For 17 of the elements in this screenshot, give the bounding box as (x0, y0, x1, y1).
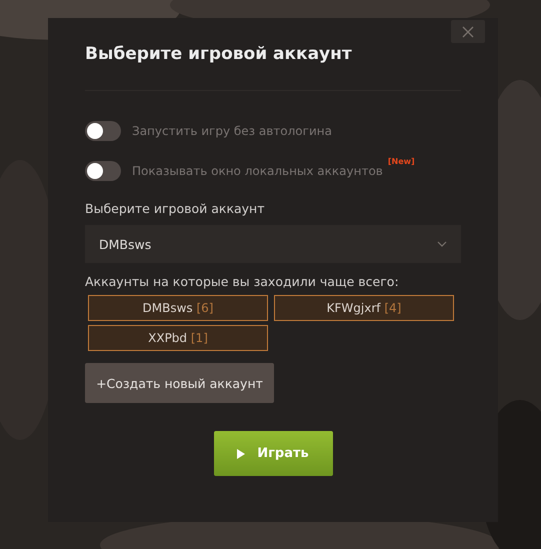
account-chip[interactable]: KFWgjxrf [4] (274, 295, 454, 321)
toggle-label: Показывать окно локальных аккаунтов (132, 164, 383, 178)
play-icon (237, 448, 246, 458)
toggle-label: Запустить игру без автологина (132, 124, 332, 138)
dialog-title: Выберите игровой аккаунт (85, 43, 353, 65)
close-icon (462, 26, 474, 38)
field-label: Выберите игровой аккаунт (85, 201, 266, 216)
new-label: [New] (388, 157, 415, 166)
account-chip[interactable]: XXPbd [1] (88, 325, 268, 351)
close-button[interactable] (451, 20, 485, 43)
chevron-icon (437, 241, 447, 247)
account-chip[interactable]: DMBsws [6] (88, 295, 268, 321)
toggle-switch[interactable] (85, 121, 121, 141)
account-dropdown[interactable]: DMBsws (85, 225, 461, 263)
create-account-button[interactable]: +Создать новый аккаунт (85, 363, 274, 403)
section-label: Аккаунты на которые вы заходили чаще всего: (85, 274, 400, 289)
toggle-switch[interactable] (85, 161, 121, 181)
